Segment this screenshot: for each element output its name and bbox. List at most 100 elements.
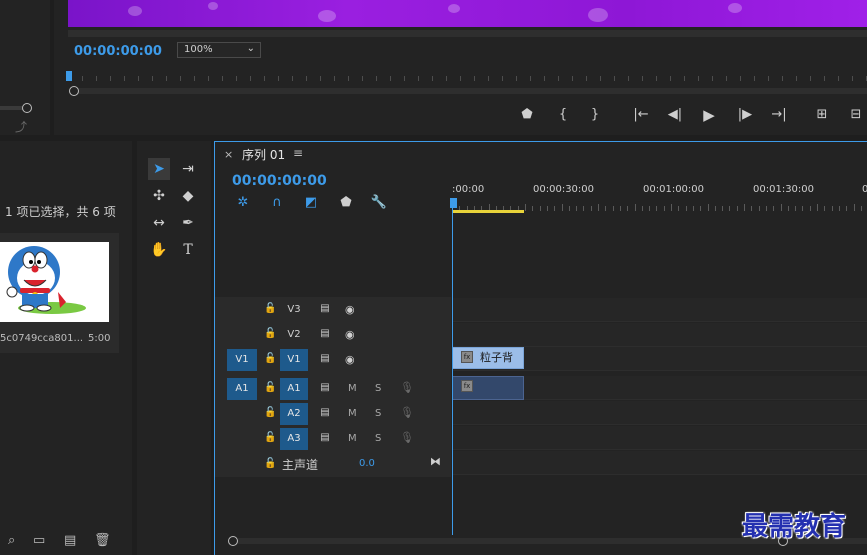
track-name-a3[interactable]: A3 (280, 428, 308, 450)
ruler-tick (758, 206, 760, 211)
step-forward-button[interactable]: |▶ (734, 106, 756, 124)
monitor-ruler-tick (824, 76, 825, 81)
new-bin-icon[interactable]: ▭ (33, 533, 45, 548)
track-row-a3[interactable] (452, 426, 867, 450)
mute-button[interactable]: M (348, 433, 357, 444)
eye-icon[interactable]: ◉ (345, 303, 355, 316)
track-name-v2[interactable]: V2 (280, 324, 308, 346)
monitor-time-ruler[interactable] (68, 70, 867, 84)
mute-button[interactable]: M (348, 408, 357, 419)
master-volume-value[interactable]: 0.0 (359, 458, 375, 469)
sync-lock-icon[interactable]: ▤ (316, 407, 334, 418)
close-tab-icon[interactable]: × (224, 148, 233, 161)
timeline-scroll-handle-left[interactable] (228, 536, 238, 546)
add-marker-button[interactable]: ⬟ (516, 106, 538, 124)
work-area-bar[interactable] (452, 210, 524, 213)
slip-tool-icon[interactable]: ↔ (148, 212, 170, 234)
monitor-zoom-handle[interactable] (69, 86, 79, 96)
type-tool-icon[interactable]: T (177, 239, 199, 261)
snap-icon[interactable]: ∩ (268, 195, 286, 210)
ruler-tick (809, 206, 811, 211)
hand-tool-icon[interactable]: ✋ (148, 239, 170, 261)
track-name-v3[interactable]: V3 (280, 299, 308, 321)
track-row-master[interactable] (452, 451, 867, 475)
step-back-icon: ◀| (667, 107, 683, 122)
track-name-a2[interactable]: A2 (280, 403, 308, 425)
lock-icon[interactable]: 🔓 (264, 328, 276, 339)
sync-lock-icon[interactable]: ▤ (316, 328, 334, 339)
zoom-select[interactable]: 100% ⌄ (177, 42, 261, 58)
track-select-tool-icon[interactable]: ⇥ (177, 158, 199, 180)
monitor-timecode[interactable]: 00:00:00:00 (74, 44, 162, 59)
add-marker-icon[interactable]: ⬟ (337, 195, 355, 210)
mute-button[interactable]: M (348, 383, 357, 394)
go-to-in-button[interactable]: |← (630, 106, 652, 124)
play-button[interactable]: ▶ (698, 106, 720, 124)
ruler-tick (692, 206, 694, 211)
eye-icon[interactable]: ◉ (345, 353, 355, 366)
solo-button[interactable]: S (375, 383, 381, 394)
track-name-a1[interactable]: A1 (280, 378, 308, 400)
panel-menu-icon[interactable]: ≡ (293, 146, 303, 160)
ruler-tick (576, 206, 578, 211)
clip-thumbnail[interactable] (0, 242, 109, 322)
microphone-icon[interactable]: 🎙 (400, 431, 414, 444)
trash-icon[interactable]: 🗑 (94, 533, 111, 548)
mark-out-icon: } (590, 107, 600, 122)
mark-out-button[interactable]: } (584, 106, 606, 124)
timeline-timecode[interactable]: 00:00:00:00 (232, 173, 327, 189)
track-row-v3[interactable] (452, 298, 867, 322)
track-name-v1[interactable]: V1 (280, 349, 308, 371)
selection-tool-icon[interactable]: ➤ (148, 158, 170, 180)
sequence-tab[interactable]: 序列 01 (242, 146, 285, 163)
thumbnail-size-slider-handle[interactable] (22, 103, 32, 113)
wrench-icon[interactable]: 🔧 (370, 195, 388, 210)
eye-icon[interactable]: ◉ (345, 328, 355, 341)
monitor-ruler-tick (334, 76, 335, 81)
razor-tool-icon[interactable]: ◆ (177, 185, 199, 207)
monitor-scrollbar[interactable] (68, 30, 867, 37)
linked-selection-icon[interactable]: ◩ (302, 195, 320, 210)
monitor-playhead[interactable] (66, 71, 72, 81)
mark-in-button[interactable]: { (552, 106, 574, 124)
search-bin-icon[interactable]: ⌕ (8, 533, 15, 548)
monitor-ruler-tick (110, 76, 111, 81)
sync-lock-icon[interactable]: ▤ (316, 303, 334, 314)
pen-tool-icon[interactable]: ✒ (177, 212, 199, 234)
solo-button[interactable]: S (375, 433, 381, 444)
timeline-playhead[interactable] (450, 198, 457, 208)
go-to-out-button[interactable]: →| (768, 106, 790, 124)
export-icon[interactable]: ⤴ (15, 118, 27, 135)
sync-lock-icon[interactable]: ▤ (316, 353, 334, 364)
sync-lock-icon[interactable]: ▤ (316, 382, 334, 393)
microphone-icon[interactable]: 🎙 (400, 381, 414, 394)
step-back-button[interactable]: ◀| (664, 106, 686, 124)
ruler-tick (765, 206, 767, 211)
lock-icon[interactable]: 🔓 (264, 432, 276, 443)
monitor-ruler-tick (558, 76, 559, 81)
new-item-icon[interactable]: ▤ (64, 533, 76, 548)
ripple-edit-tool-icon[interactable]: ✣ (148, 185, 170, 207)
monitor-ruler-tick (656, 76, 657, 81)
lock-icon[interactable]: 🔓 (264, 303, 276, 314)
nest-sequence-icon[interactable]: ✲ (234, 195, 252, 210)
ruler-tick (744, 204, 745, 211)
microphone-icon[interactable]: 🎙 (400, 406, 414, 419)
source-patch-v1[interactable]: V1 (227, 349, 257, 371)
track-row-v2[interactable] (452, 323, 867, 347)
sync-lock-icon[interactable]: ▤ (316, 432, 334, 443)
ruler-tick (619, 206, 621, 211)
track-row-a2[interactable] (452, 401, 867, 425)
lift-button[interactable]: ⊞ (811, 106, 833, 124)
lock-icon[interactable]: 🔓 (264, 382, 276, 393)
lock-icon[interactable]: 🔓 (264, 458, 276, 469)
solo-button[interactable]: S (375, 408, 381, 419)
go-to-end-icon[interactable]: ⧓ (430, 455, 441, 468)
lock-icon[interactable]: 🔓 (264, 407, 276, 418)
extract-button[interactable]: ⊟ (845, 106, 867, 124)
monitor-zoom-scrollbar[interactable] (76, 88, 867, 94)
mark-in-icon: { (558, 107, 568, 122)
lock-icon[interactable]: 🔓 (264, 353, 276, 364)
ruler-tick (671, 204, 672, 211)
source-patch-a1[interactable]: A1 (227, 378, 257, 400)
